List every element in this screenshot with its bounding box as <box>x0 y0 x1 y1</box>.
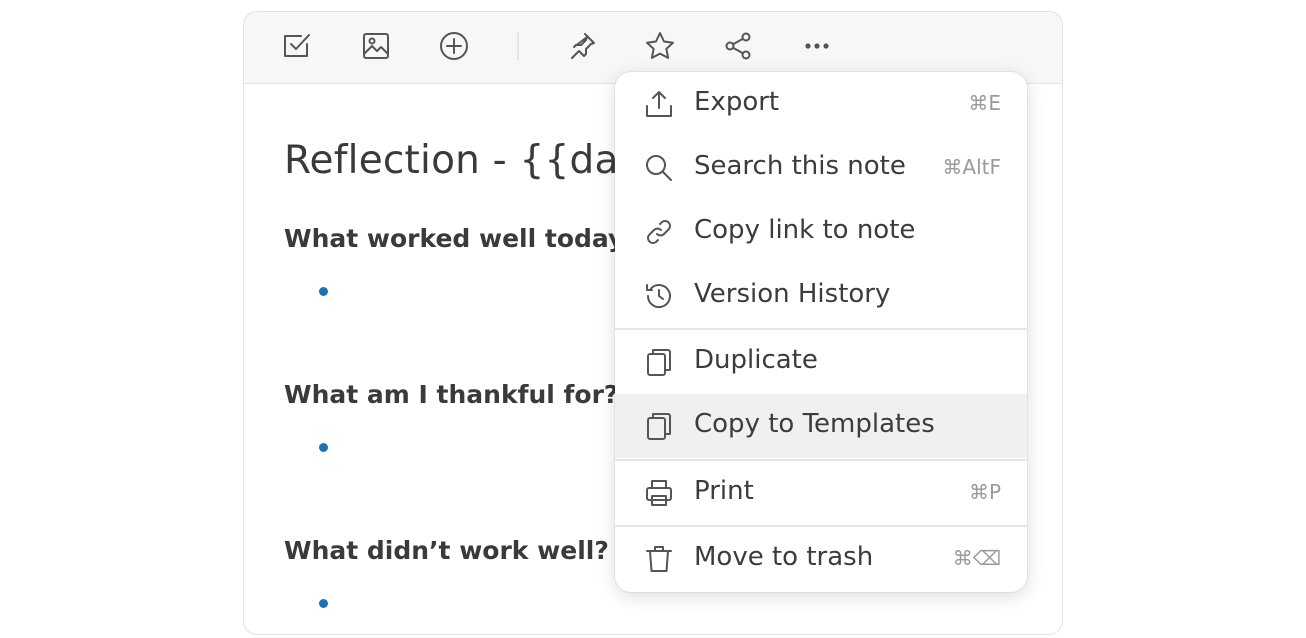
bullet-point <box>319 443 328 452</box>
menu-item-copy-to-templates[interactable]: Copy to Templates <box>615 394 1027 458</box>
export-icon <box>643 88 675 120</box>
menu-item-move-to-trash[interactable]: Move to trash ⌘⌫ <box>615 527 1027 591</box>
bullet-point <box>319 287 328 296</box>
menu-item-export[interactable]: Export ⌘E <box>615 72 1027 136</box>
bullet-point <box>319 599 328 608</box>
search-icon <box>643 152 675 184</box>
image-icon <box>363 33 389 59</box>
history-icon <box>643 280 675 312</box>
duplicate-icon <box>643 346 675 378</box>
menu-item-label: Print <box>694 476 754 506</box>
menu-item-duplicate[interactable]: Duplicate <box>615 330 1027 394</box>
menu-item-label: Duplicate <box>694 345 818 375</box>
pin-icon <box>571 33 595 59</box>
menu-item-label: Move to trash <box>694 542 874 572</box>
star-icon <box>646 32 674 59</box>
section-heading[interactable]: What worked well today? <box>284 224 639 253</box>
checkbox-icon <box>284 34 310 57</box>
menu-item-copy-link[interactable]: Copy link to note <box>615 200 1027 264</box>
favorite-button[interactable] <box>640 26 680 66</box>
trash-icon <box>643 543 675 575</box>
pin-button[interactable] <box>562 26 602 66</box>
menu-item-version-history[interactable]: Version History <box>615 264 1027 328</box>
menu-item-shortcut: ⌘⌫ <box>952 546 1001 570</box>
printer-icon <box>643 477 675 509</box>
copy-icon <box>643 410 675 442</box>
menu-item-shortcut: ⌘AltF <box>942 155 1001 179</box>
link-icon <box>643 216 675 248</box>
menu-item-label: Version History <box>694 279 891 309</box>
toolbar-divider <box>517 32 519 60</box>
more-options-menu: Export ⌘E Search this note ⌘AltF Copy li… <box>615 72 1027 592</box>
section-heading[interactable]: What didn’t work well? <box>284 536 609 565</box>
menu-item-search[interactable]: Search this note ⌘AltF <box>615 136 1027 200</box>
share-button[interactable] <box>718 26 758 66</box>
menu-item-shortcut: ⌘E <box>968 91 1001 115</box>
menu-item-print[interactable]: Print ⌘P <box>615 461 1027 525</box>
menu-item-label: Copy to Templates <box>694 409 935 439</box>
share-icon <box>725 32 751 60</box>
menu-item-label: Export <box>694 87 780 117</box>
note-title[interactable]: Reflection - {{date <box>284 138 658 183</box>
add-button[interactable] <box>434 26 474 66</box>
section-heading[interactable]: What am I thankful for? <box>284 380 618 409</box>
menu-item-label: Search this note <box>694 151 906 181</box>
insert-image-button[interactable] <box>356 26 396 66</box>
more-icon <box>805 43 829 49</box>
add-circle-icon <box>440 32 468 60</box>
more-button[interactable] <box>797 26 837 66</box>
menu-item-label: Copy link to note <box>694 215 916 245</box>
checkbox-button[interactable] <box>277 26 317 66</box>
menu-item-shortcut: ⌘P <box>968 480 1001 504</box>
